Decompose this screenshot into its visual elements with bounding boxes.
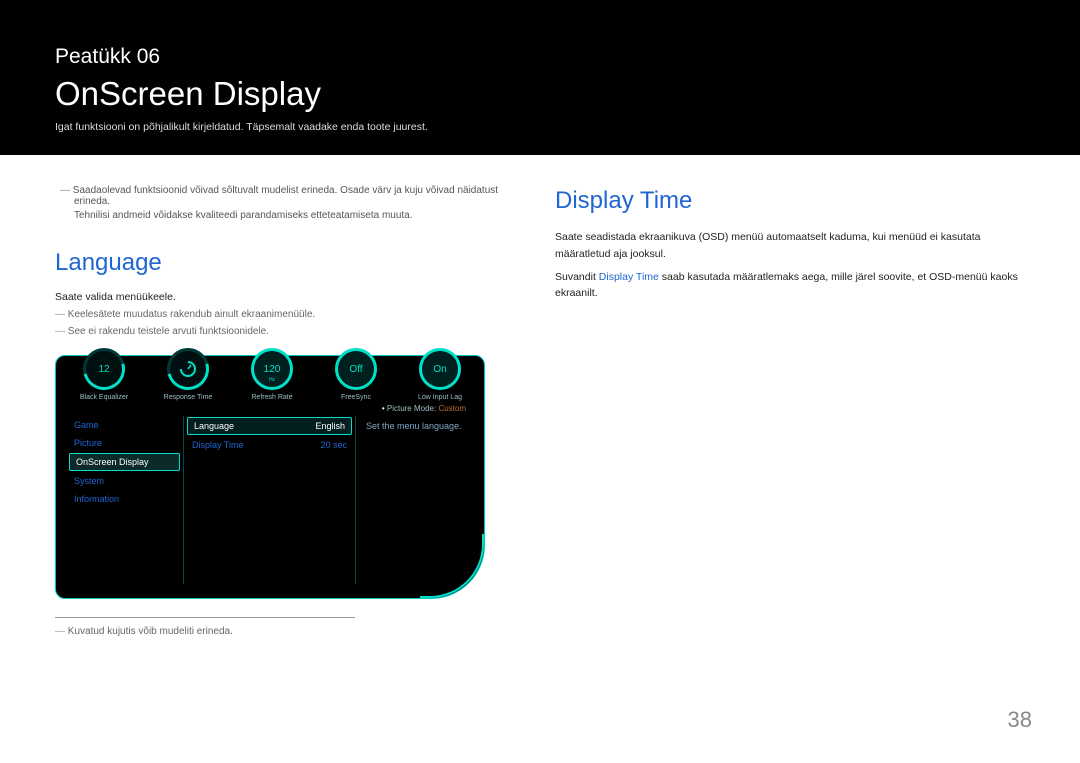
menu-item-picture[interactable]: Picture [66,434,183,452]
language-desc-1: Saate valida menüükeele. [55,291,525,303]
divider-line [55,617,355,618]
language-desc-2: Keelesätete muudatus rakendub ainult ekr… [55,309,525,320]
page-title: OnScreen Display [55,75,1025,113]
dial-value: 120 [264,364,281,375]
dial-value: 12 [98,364,109,375]
osd-main-menu: Game Picture OnScreen Display System Inf… [66,416,184,584]
dt-accent: Display Time [599,271,659,283]
picture-mode-value: Custom [438,404,466,413]
dial-response-time: Response Time [153,348,223,401]
submenu-value: English [315,421,345,431]
picture-mode-label: Picture Mode: [387,404,439,413]
dial-label: Black Equalizer [69,394,139,401]
chapter-label: Peatükk 06 [55,45,1025,69]
dial-black-equalizer: 12 Black Equalizer [69,348,139,401]
osd-corner-decoration [420,534,484,598]
menu-item-information[interactable]: Information [66,490,183,508]
dial-value: Off [349,364,362,375]
submenu-label: Language [194,421,234,431]
page-number: 38 [1008,707,1032,733]
dial-label: Refresh Rate [237,394,307,401]
dial-value: On [433,364,446,375]
dial-freesync: Off FreeSync [321,348,391,401]
dial-label: Low Input Lag [405,394,475,401]
right-column: Display Time Saate seadistada ekraanikuv… [555,155,1025,637]
submenu-value: 20 sec [320,440,347,450]
dial-refresh-rate: 120 Hz Refresh Rate [237,348,307,401]
osd-item-description: Set the menu language. [356,416,474,436]
osd-screenshot: 12 Black Equalizer Response Time 120 Hz R… [55,355,485,599]
menu-item-onscreen-display[interactable]: OnScreen Display [69,453,180,471]
section-heading-language: Language [55,249,525,277]
availability-note: Saadaolevad funktsioonid võivad sõltuval… [55,155,525,221]
dial-label: Response Time [153,394,223,401]
note-line-1: Saadaolevad funktsioonid võivad sõltuval… [60,185,525,207]
dial-low-input-lag: On Low Input Lag [405,348,475,401]
note-line-2: Tehnilisi andmeid võidakse kvaliteedi pa… [60,210,525,221]
dial-label: FreeSync [321,394,391,401]
picture-mode-indicator: • Picture Mode: Custom [382,404,466,413]
dt-text-a: Suvandit [555,271,599,283]
display-time-paragraph-1: Saate seadistada ekraanikuva (OSD) menüü… [555,229,1025,263]
submenu-display-time[interactable]: Display Time 20 sec [184,436,355,454]
osd-sub-menu: Language English Display Time 20 sec [184,416,356,584]
display-time-paragraph-2: Suvandit Display Time saab kasutada määr… [555,269,1025,303]
page-header: Peatükk 06 OnScreen Display Igat funktsi… [0,0,1080,155]
dials-row: 12 Black Equalizer Response Time 120 Hz R… [56,338,475,401]
submenu-language[interactable]: Language English [187,417,352,435]
left-column: Saadaolevad funktsioonid võivad sõltuval… [55,155,525,637]
header-description: Igat funktsiooni on põhjalikult kirjelda… [55,121,1025,133]
language-desc-3: See ei rakendu teistele arvuti funktsioo… [55,326,525,337]
submenu-label: Display Time [192,440,244,450]
image-disclaimer: Kuvatud kujutis võib mudeliti erineda. [55,626,525,637]
menu-item-game[interactable]: Game [66,416,183,434]
osd-menu-area: Game Picture OnScreen Display System Inf… [66,416,474,584]
section-heading-display-time: Display Time [555,187,1025,215]
dial-sub: Hz [254,377,290,383]
menu-item-system[interactable]: System [66,472,183,490]
